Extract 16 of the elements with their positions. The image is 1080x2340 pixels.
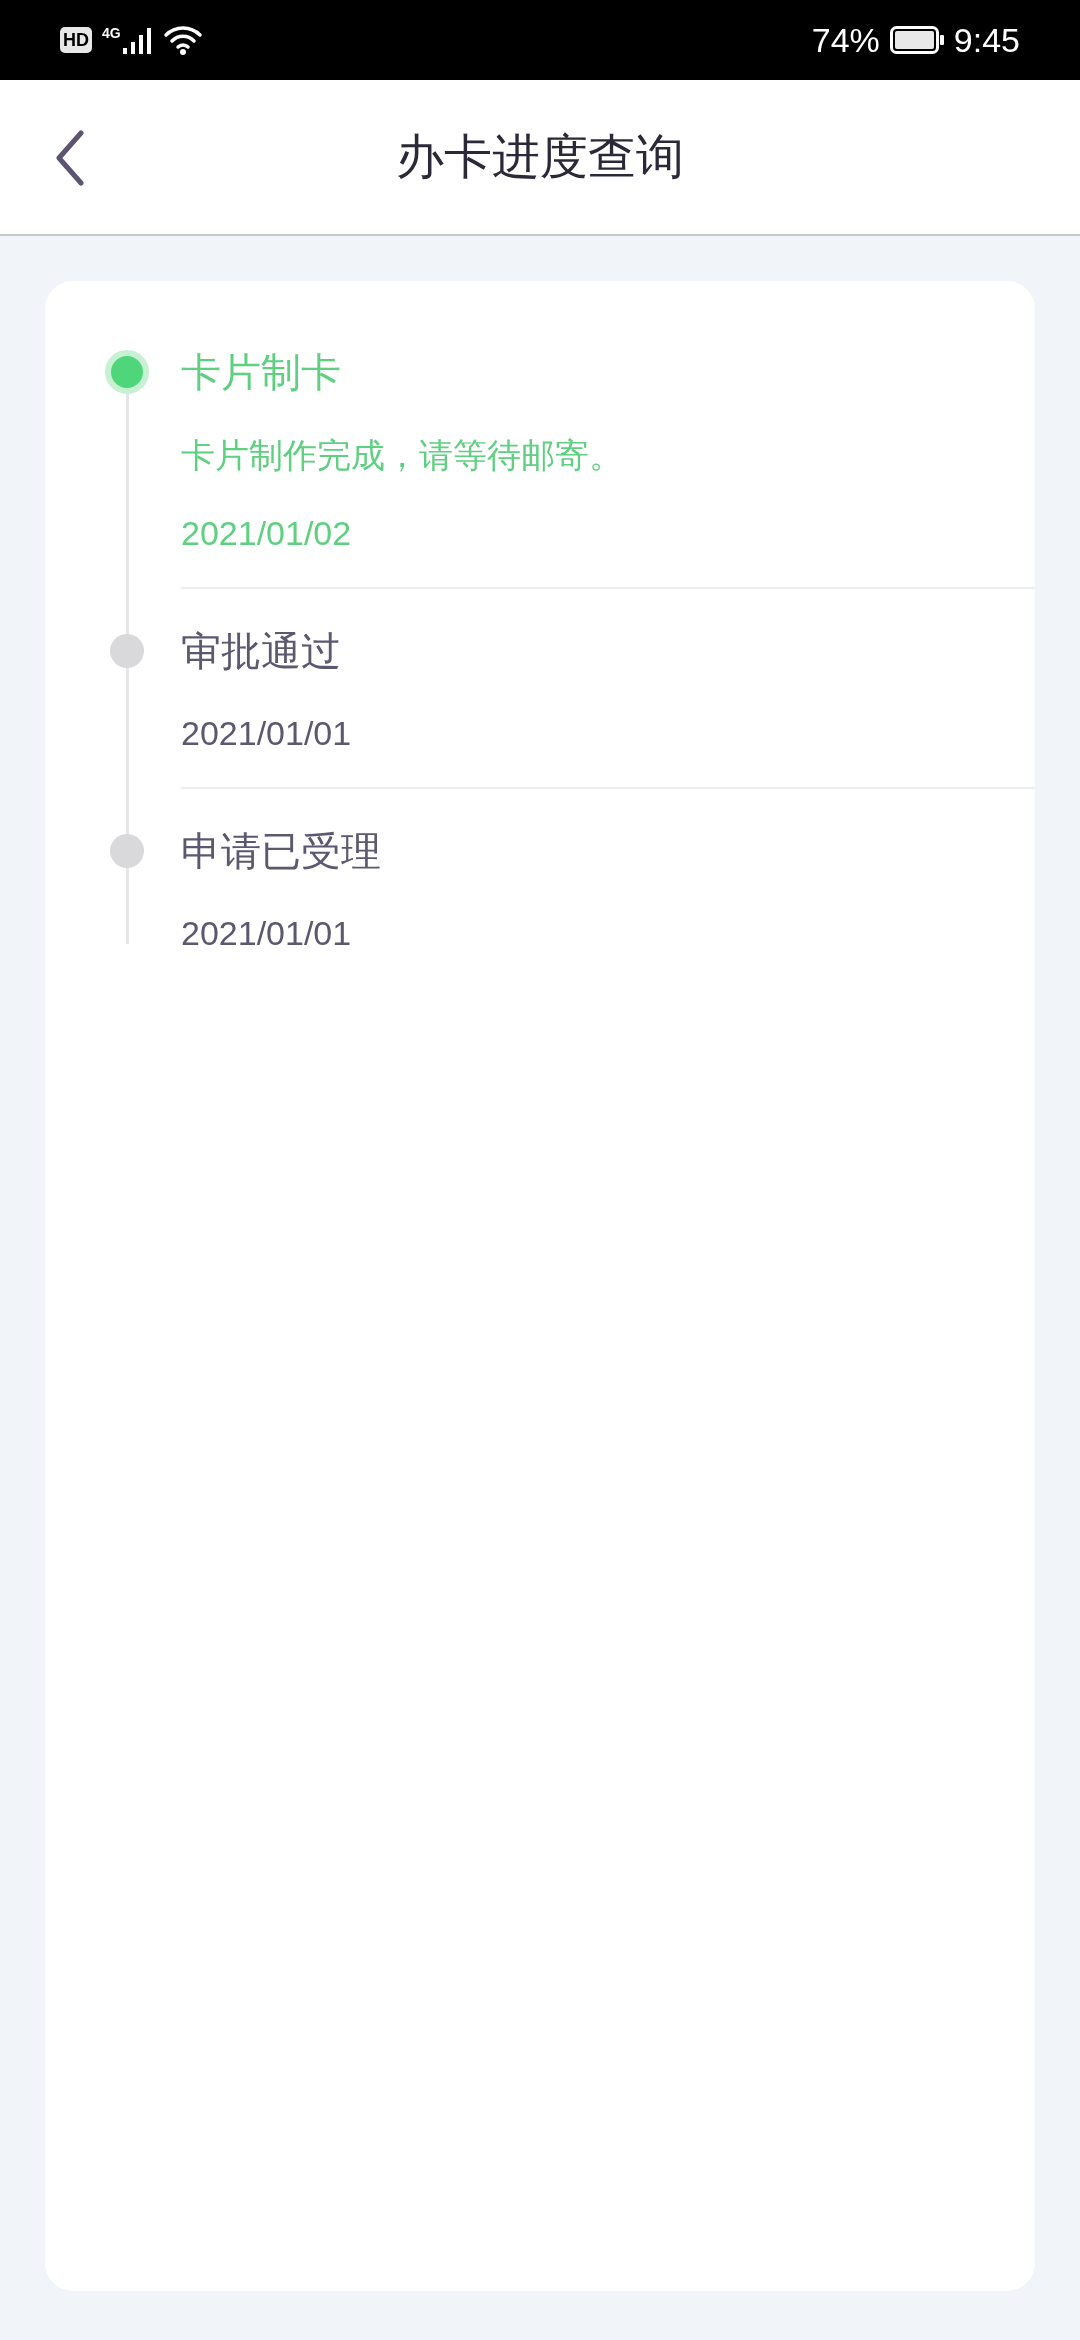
battery-percent: 74% [811, 23, 880, 57]
step-title: 审批通过 [181, 628, 342, 675]
page-title: 办卡进度查询 [396, 133, 684, 181]
wifi-icon [162, 24, 203, 56]
battery-icon [889, 26, 944, 54]
network-type: 4G [102, 26, 121, 40]
step-date: 2021/01/01 [181, 913, 353, 954]
hd-badge: HD [60, 27, 92, 53]
step-title: 卡片制卡 [181, 349, 342, 396]
step-date: 2021/01/02 [181, 513, 353, 554]
step-title: 申请已受理 [181, 828, 382, 875]
back-icon [55, 130, 85, 186]
signal-icon [122, 26, 153, 54]
step-date: 2021/01/01 [181, 713, 353, 754]
step-description: 卡片制作完成，请等待邮寄。 [181, 435, 624, 476]
clock: 9:45 [953, 23, 1020, 57]
